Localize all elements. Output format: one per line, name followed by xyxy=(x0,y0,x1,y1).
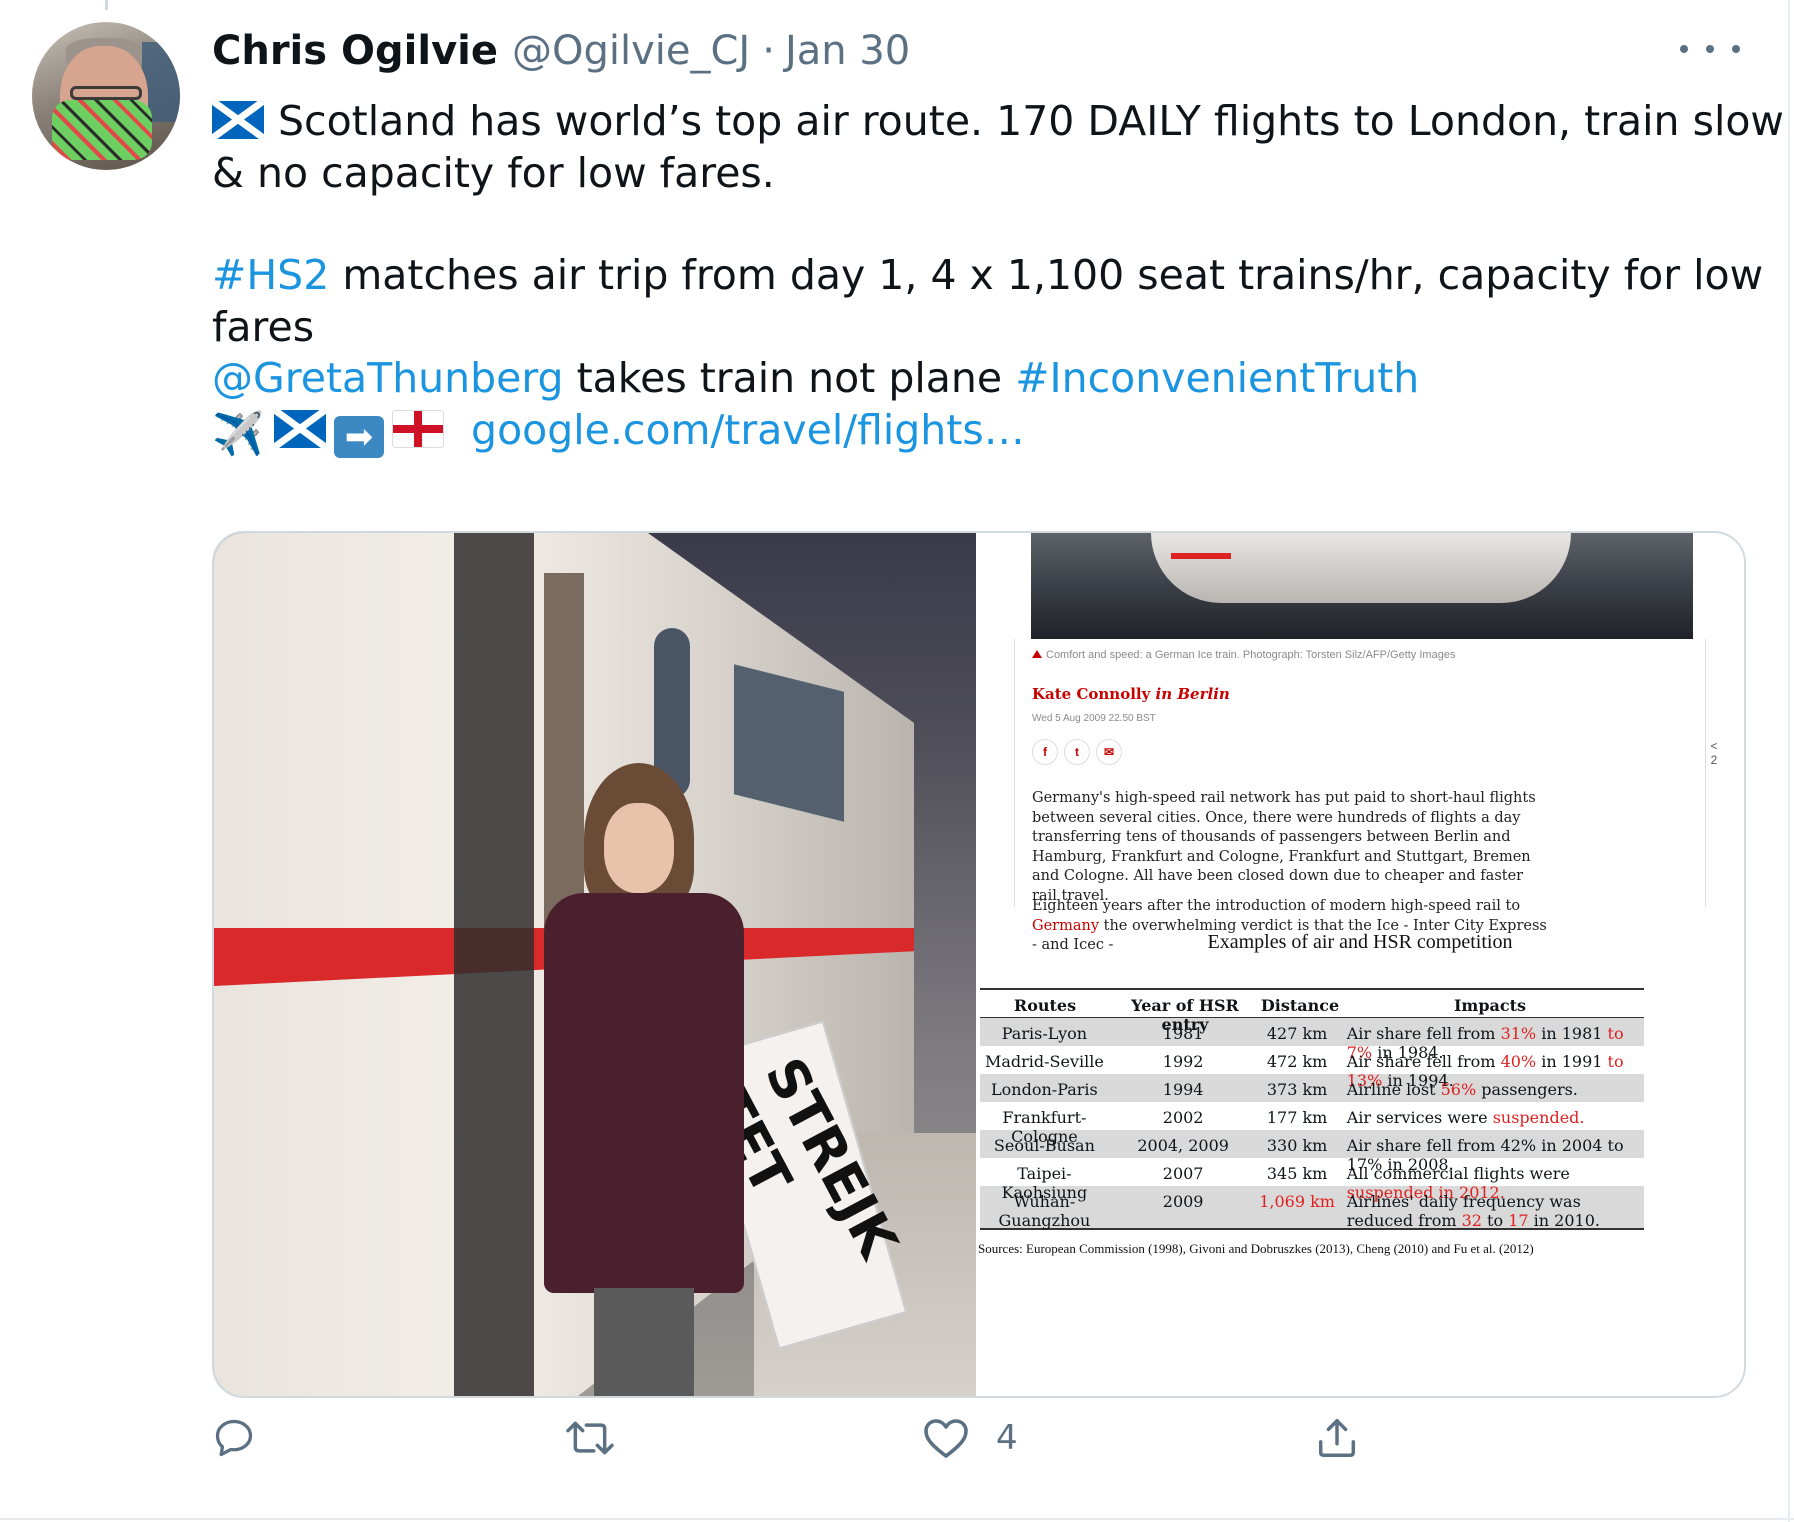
article-author: Kate Connolly xyxy=(1032,685,1151,703)
avatar[interactable] xyxy=(32,22,180,170)
flights-link[interactable]: google.com/travel/flights… xyxy=(471,406,1025,454)
media-grid: STREJK TET Comfort and speed: a German I… xyxy=(212,531,1746,1398)
distance-cell: 472 km xyxy=(1266,1052,1328,1071)
table-row: Wuhan-Guangzhou 2009 1,069 km Airlines' dai… xyxy=(980,1186,1644,1230)
article-caption: Comfort and speed: a German Ice train. P… xyxy=(1046,649,1456,661)
tweet-line-4: fares xyxy=(212,303,315,351)
tweet-actions: 4 xyxy=(212,1408,1752,1468)
table-header-row: Routes Year of HSR entry Distance Impact… xyxy=(980,990,1644,1034)
table-body: Paris-Lyon 1981 427 km Air share fell from … xyxy=(980,1018,1644,1230)
tweet-header: Chris Ogilvie @Ogilvie_CJ · Jan 30 xyxy=(212,28,910,82)
year-cell: 1992 xyxy=(1162,1052,1204,1071)
photo-article-table[interactable]: Comfort and speed: a German Ice train. P… xyxy=(976,533,1744,1396)
caption-triangle-icon xyxy=(1032,650,1042,658)
table-sources: Sources: European Commission (1998), Giv… xyxy=(978,1241,1534,1256)
england-flag-icon xyxy=(392,410,444,448)
route-cell: London-Paris xyxy=(991,1080,1098,1099)
article-train-image xyxy=(1031,533,1693,639)
route-cell: Madrid-Seville xyxy=(984,1052,1104,1071)
scotland-flag-icon xyxy=(274,410,326,448)
distance-cell: 345 km xyxy=(1266,1164,1328,1183)
article-side-count: < 2 xyxy=(1710,739,1718,767)
like-count: 4 xyxy=(996,1418,1018,1458)
year-cell: 2004, 2009 xyxy=(1137,1136,1229,1155)
distance-cell: 177 km xyxy=(1266,1108,1328,1127)
table-title: Examples of air and HSR competition xyxy=(1207,931,1513,953)
distance-cell: 330 km xyxy=(1266,1136,1328,1155)
tweet-line-3: matches air trip from day 1, 4 x 1,100 s… xyxy=(329,251,1764,299)
airplane-icon: ✈️ xyxy=(212,409,265,458)
year-cell: 1994 xyxy=(1162,1080,1204,1099)
share-icon xyxy=(1318,1419,1356,1457)
year-cell: 2009 xyxy=(1162,1192,1204,1211)
table-row: Paris-Lyon 1981 427 km Air share fell from … xyxy=(980,1018,1644,1062)
timeline-border xyxy=(1788,0,1790,1522)
hashtag-hs2[interactable]: #HS2 xyxy=(212,251,329,299)
route-cell: Seoul-Busan xyxy=(993,1136,1095,1155)
impact-cell: Airline lost 56% passengers. xyxy=(1346,1080,1578,1099)
competition-table: Routes Year of HSR entry Distance Impact… xyxy=(980,988,1644,1230)
year-cell: 2007 xyxy=(1162,1164,1204,1183)
year-cell: 2002 xyxy=(1162,1108,1204,1127)
table-row: Frankfurt-Cologne 2002 177 km Air services … xyxy=(980,1102,1644,1146)
tweet-line-2: & no capacity for low fares. xyxy=(212,149,775,197)
tweet-line-5: takes train not plane xyxy=(563,354,1016,402)
person-figure xyxy=(544,763,744,1396)
distance-cell: 1,069 km xyxy=(1259,1192,1335,1211)
route-cell: Wuhan-Guangzhou xyxy=(998,1192,1091,1230)
facebook-icon: f xyxy=(1032,739,1058,765)
user-handle[interactable]: @Ogilvie_CJ xyxy=(512,28,750,74)
retweet-button[interactable] xyxy=(564,1408,616,1468)
email-icon: ✉ xyxy=(1096,739,1122,765)
impact-cell: Airlines' daily frequency was reduced fr… xyxy=(1346,1192,1600,1230)
retweet-icon xyxy=(566,1421,614,1455)
distance-cell: 373 km xyxy=(1266,1080,1328,1099)
article-share-icons: f t ✉ xyxy=(1032,739,1122,765)
tweet[interactable]: Chris Ogilvie @Ogilvie_CJ · Jan 30 Scotl… xyxy=(0,0,1794,1522)
mention-greta[interactable]: @GretaThunberg xyxy=(212,354,564,402)
article-date: Wed 5 Aug 2009 22.50 BST xyxy=(1032,713,1156,724)
separator: · xyxy=(762,28,775,74)
distance-cell: 427 km xyxy=(1266,1024,1328,1043)
more-options-icon[interactable] xyxy=(1680,34,1740,64)
thread-line xyxy=(105,0,108,10)
display-name[interactable]: Chris Ogilvie xyxy=(212,28,498,74)
right-arrow-icon: ➡ xyxy=(334,416,384,458)
impact-cell: Air services were suspended. xyxy=(1346,1108,1585,1127)
reply-button[interactable] xyxy=(212,1408,256,1468)
tweet-date[interactable]: Jan 30 xyxy=(785,28,910,74)
twitter-icon: t xyxy=(1064,739,1090,765)
article-author-location: in Berlin xyxy=(1150,685,1230,703)
heart-icon xyxy=(924,1419,968,1458)
tweet-line-1: Scotland has world’s top air route. 170 … xyxy=(278,97,1784,145)
like-button[interactable]: 4 xyxy=(922,1408,1018,1468)
article-paragraph-1: Germany's high-speed rail network has pu… xyxy=(1032,790,1536,904)
route-cell: Paris-Lyon xyxy=(1001,1024,1088,1043)
year-cell: 1981 xyxy=(1162,1024,1204,1043)
scotland-flag-icon xyxy=(212,101,264,139)
tweet-divider xyxy=(0,1518,1794,1520)
hashtag-inconvenienttruth[interactable]: #InconvenientTruth xyxy=(1015,354,1419,402)
photo-greta-train[interactable]: STREJK TET xyxy=(214,533,976,1396)
share-button[interactable] xyxy=(1314,1408,1360,1468)
reply-icon xyxy=(215,1419,253,1457)
